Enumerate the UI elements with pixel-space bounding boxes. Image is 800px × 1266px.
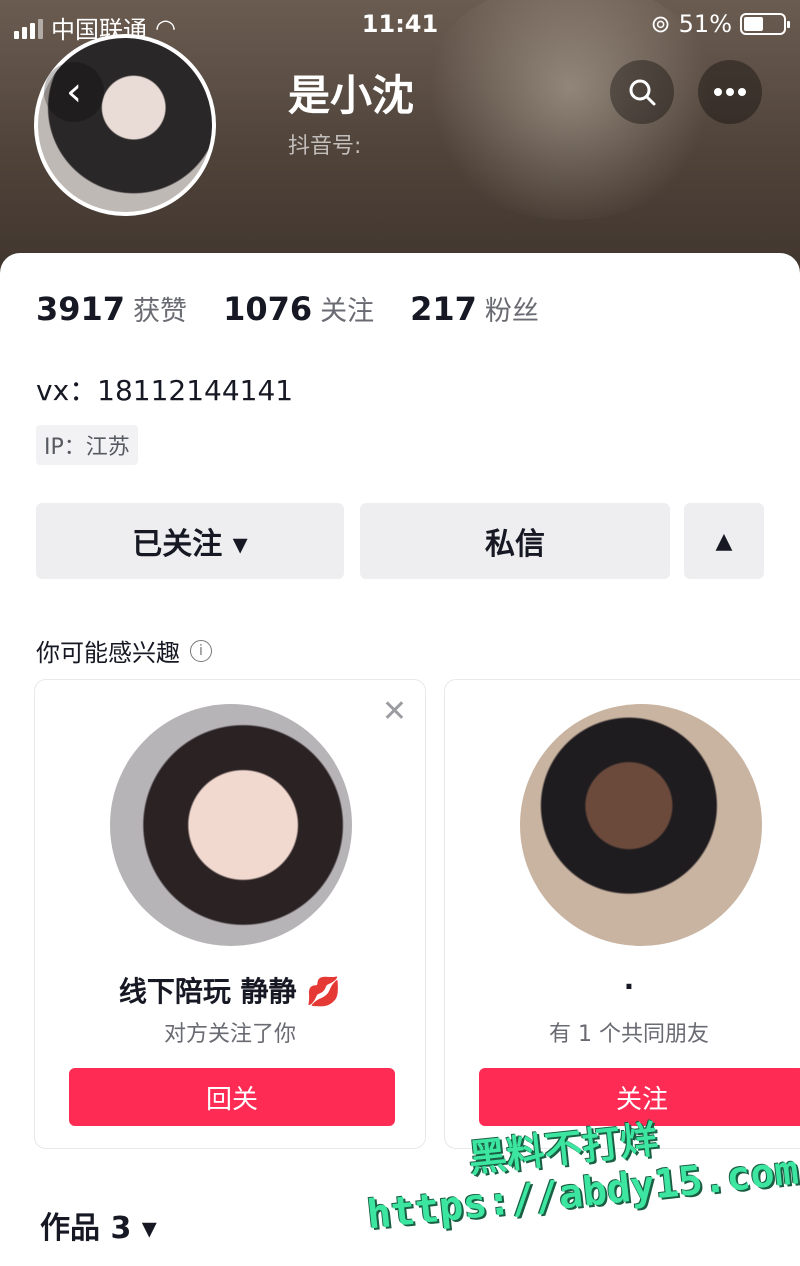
stat-number: 3917 [36,290,126,328]
stat-likes[interactable]: 3917 获赞 [36,289,187,328]
stat-followers[interactable]: 217 粉丝 [410,289,539,328]
more-button[interactable] [698,60,762,124]
suggest-section-title: 你可能感兴趣 i [36,633,212,668]
search-button[interactable] [610,60,674,124]
recommend-avatar[interactable] [520,704,762,946]
stats-row: 3917 获赞 1076 关注 217 粉丝 [36,289,575,328]
works-tab[interactable]: 作品 3 ▾ [40,1203,157,1247]
battery-percent: 51% [678,10,732,38]
profile-card: 3917 获赞 1076 关注 217 粉丝 vx：18112144141 IP… [0,253,800,1266]
recommend-card: ✕ 线下陪玩 静静 💋 对方关注了你 回关 [34,679,426,1149]
rotation-lock-icon: ⊚ [650,10,671,38]
followed-button[interactable]: 已关注 ▾ [36,503,344,579]
info-icon[interactable]: i [190,639,212,662]
ip-location-tag: IP：江苏 [36,425,138,465]
stat-label: 粉丝 [484,296,539,327]
stat-label: 关注 [320,296,375,327]
stat-number: 1076 [223,290,313,328]
profile-header: 中国联通 ◠ 11:41 ⊚ 51% ‹ 是小沈 抖音号: [0,0,800,290]
chevron-left-icon: ‹ [66,69,82,115]
message-button[interactable]: 私信 [360,503,670,579]
recommend-avatar[interactable] [110,704,352,946]
bio-text: vx：18112144141 [36,374,294,407]
battery-icon [740,13,790,35]
follow-back-button[interactable]: 回关 [69,1068,395,1126]
recommend-name: 线下陪玩 静静 💋 [118,975,342,1008]
recommend-name: · [623,970,635,1003]
more-dots-icon [714,88,746,96]
profile-name: 是小沈 [288,71,415,120]
suggest-title: 你可能感兴趣 [36,639,180,667]
close-icon[interactable]: ✕ [382,694,407,729]
recommend-reason: 有 1 个共同朋友 [549,1022,709,1047]
stat-number: 217 [410,290,477,328]
recommend-card: · 有 1 个共同朋友 关注 [444,679,800,1149]
profile-avatar[interactable] [34,34,216,216]
stat-label: 获赞 [133,296,188,327]
search-icon [629,79,656,106]
back-button[interactable]: ‹ [44,62,104,122]
stat-following[interactable]: 1076 关注 [223,289,374,328]
recommend-reason: 对方关注了你 [163,1022,296,1047]
douyin-id: 抖音号: [288,134,362,159]
expand-button[interactable]: ▲ [684,503,764,579]
